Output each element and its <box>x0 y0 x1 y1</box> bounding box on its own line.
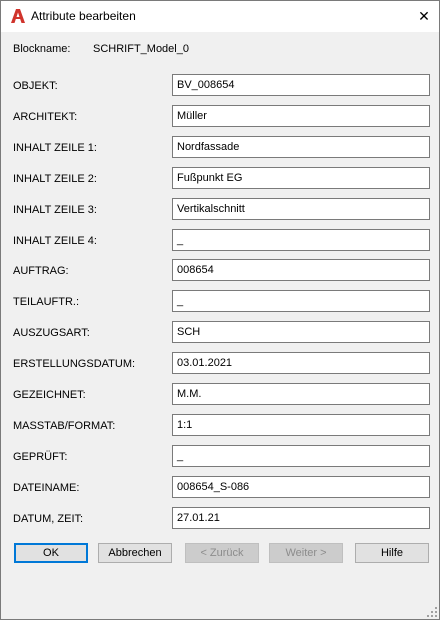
block-name-label: Blockname: <box>13 43 71 55</box>
attr-label-auftrag: AUFTRAG: <box>13 265 69 277</box>
ok-button[interactable]: OK <box>14 543 88 563</box>
cancel-button[interactable]: Abbrechen <box>98 543 172 563</box>
next-button[interactable]: Weiter > <box>269 543 343 563</box>
block-name-value: SCHRIFT_Model_0 <box>93 43 189 55</box>
attr-field-masstab-format[interactable]: 1:1 <box>172 414 430 436</box>
attr-label-erstellungsdatum: ERSTELLUNGSDATUM: <box>13 358 136 370</box>
attr-label-inhalt-zeile-1: INHALT ZEILE 1: <box>13 142 97 154</box>
attr-field-inhalt-zeile-2[interactable]: Fußpunkt EG <box>172 167 430 189</box>
attr-label-inhalt-zeile-4: INHALT ZEILE 4: <box>13 235 97 247</box>
attr-field-objekt[interactable]: BV_008654 <box>172 74 430 96</box>
title-bar: Attribute bearbeiten ✕ <box>1 1 439 32</box>
attr-label-dateiname: DATEINAME: <box>13 482 80 494</box>
attr-field-inhalt-zeile-4[interactable]: _ <box>172 229 430 251</box>
attr-label-masstab-format: MASSTAB/FORMAT: <box>13 420 116 432</box>
back-button[interactable]: < Zurück <box>185 543 259 563</box>
attr-field-erstellungsdatum[interactable]: 03.01.2021 <box>172 352 430 374</box>
help-button[interactable]: Hilfe <box>355 543 429 563</box>
attr-label-objekt: OBJEKT: <box>13 80 58 92</box>
attr-field-inhalt-zeile-1[interactable]: Nordfassade <box>172 136 430 158</box>
attribute-edit-dialog: Attribute bearbeiten ✕ Blockname: SCHRIF… <box>0 0 440 620</box>
close-icon: ✕ <box>418 8 430 24</box>
attr-label-geprueft: GEPRÜFT: <box>13 451 68 463</box>
attr-field-dateiname[interactable]: 008654_S-086 <box>172 476 430 498</box>
close-button[interactable]: ✕ <box>409 1 439 32</box>
attr-label-datum-zeit: DATUM, ZEIT: <box>13 513 84 525</box>
window-title: Attribute bearbeiten <box>31 9 136 23</box>
attr-field-auszugsart[interactable]: SCH <box>172 321 430 343</box>
resize-grip-icon[interactable] <box>427 607 437 617</box>
attr-field-geprueft[interactable]: _ <box>172 445 430 467</box>
attr-label-gezeichnet: GEZEICHNET: <box>13 389 86 401</box>
attr-field-auftrag[interactable]: 008654 <box>172 259 430 281</box>
attr-label-teilauftr: TEILAUFTR.: <box>13 296 80 308</box>
attr-label-architekt: ARCHITEKT: <box>13 111 78 123</box>
autocad-a-icon <box>11 9 25 23</box>
attr-label-inhalt-zeile-2: INHALT ZEILE 2: <box>13 173 97 185</box>
attr-field-architekt[interactable]: Müller <box>172 105 430 127</box>
attr-field-gezeichnet[interactable]: M.M. <box>172 383 430 405</box>
attr-field-inhalt-zeile-3[interactable]: Vertikalschnitt <box>172 198 430 220</box>
attr-field-teilauftr[interactable]: _ <box>172 290 430 312</box>
attr-label-inhalt-zeile-3: INHALT ZEILE 3: <box>13 204 97 216</box>
attr-field-datum-zeit[interactable]: 27.01.21 <box>172 507 430 529</box>
attr-label-auszugsart: AUSZUGSART: <box>13 327 90 339</box>
